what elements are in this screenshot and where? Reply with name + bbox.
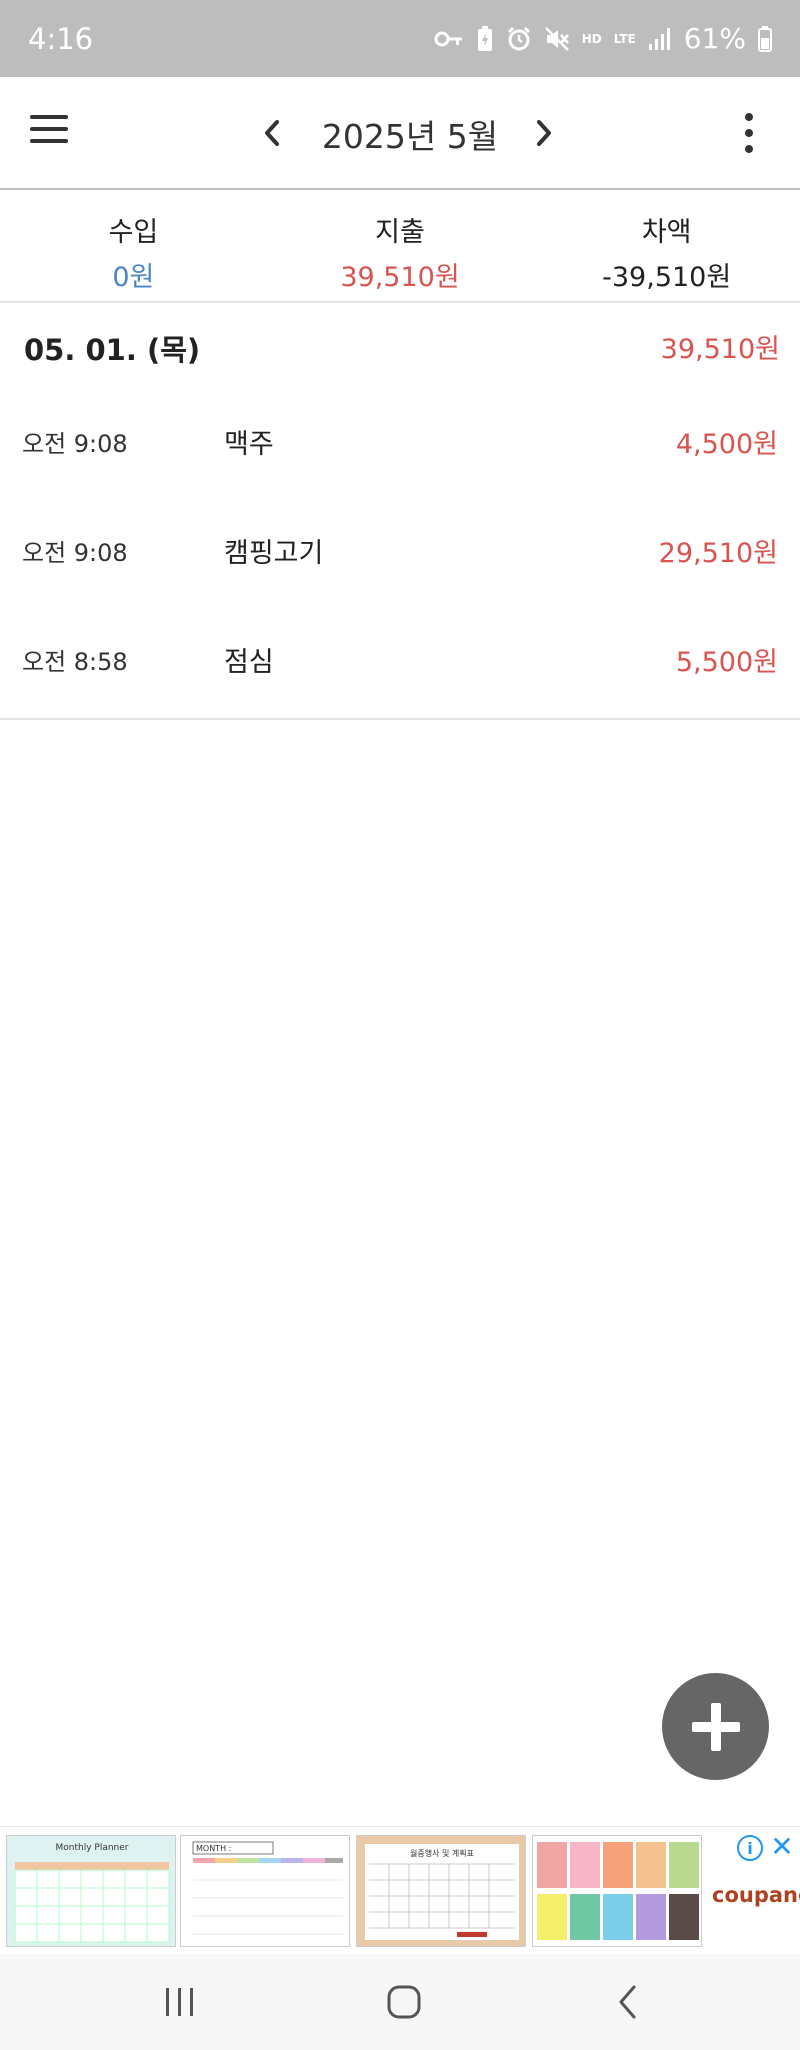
transaction-name: 점심 bbox=[224, 647, 274, 678]
balance-label: 차액 bbox=[641, 217, 692, 248]
expense-label: 지출 bbox=[375, 217, 425, 248]
back-button[interactable] bbox=[596, 1972, 660, 2032]
transaction-row[interactable]: 오전 9:08 맥주 4,500원 bbox=[0, 402, 800, 482]
ad-brand-logo[interactable]: coupang bbox=[712, 1883, 800, 1907]
ad-thumbnail[interactable] bbox=[532, 1835, 702, 1947]
day-date: 05. 01. (목) bbox=[24, 333, 201, 367]
home-icon bbox=[387, 1985, 421, 2019]
lte-indicator: LTE bbox=[613, 31, 636, 46]
transaction-amount: 4,500원 bbox=[675, 429, 778, 460]
battery-percent: 61% bbox=[683, 22, 746, 55]
month-title[interactable]: 2025년 5월 bbox=[300, 110, 520, 158]
day-total: 39,510원 bbox=[660, 334, 780, 365]
hamburger-menu-icon[interactable] bbox=[30, 115, 80, 155]
back-icon bbox=[619, 1985, 636, 2019]
balance-value: -39,510원 bbox=[602, 262, 732, 293]
add-transaction-button[interactable] bbox=[662, 1673, 769, 1780]
balance-summary: 차액 -39,510원 bbox=[533, 190, 800, 301]
expense-summary: 지출 39,510원 bbox=[267, 190, 534, 301]
ad-close-icon[interactable]: ✕ bbox=[768, 1833, 796, 1861]
transaction-time: 오전 9:08 bbox=[22, 430, 128, 458]
app-bar: 2025년 5월 bbox=[0, 77, 800, 190]
battery-icon bbox=[758, 25, 772, 52]
day-header: 05. 01. (목) 39,510원 bbox=[24, 327, 780, 367]
transaction-name: 맥주 bbox=[224, 429, 274, 460]
status-time: 4:16 bbox=[28, 21, 94, 56]
system-navigation-bar bbox=[0, 1954, 800, 2050]
vpn-key-icon bbox=[434, 29, 464, 49]
more-vertical-icon[interactable] bbox=[734, 113, 764, 153]
signal-icon bbox=[648, 27, 672, 50]
expense-value: 39,510원 bbox=[340, 262, 460, 293]
mute-icon bbox=[544, 26, 570, 52]
recent-apps-icon bbox=[166, 1988, 193, 2016]
ad-thumb3-title: 월중행사 및 계획표 bbox=[410, 1848, 474, 1858]
transaction-amount: 29,510원 bbox=[658, 538, 778, 569]
income-label: 수입 bbox=[108, 217, 159, 248]
recent-apps-button[interactable] bbox=[148, 1972, 212, 2032]
transaction-row[interactable]: 오전 8:58 점심 5,500원 bbox=[0, 620, 800, 700]
transaction-amount: 5,500원 bbox=[675, 647, 778, 678]
chevron-left-icon bbox=[265, 120, 279, 146]
alarm-icon bbox=[506, 26, 532, 52]
status-bar: 4:16 HD LTE 61% bbox=[0, 0, 800, 77]
income-value: 0원 bbox=[112, 262, 155, 293]
ad-info-icon[interactable]: i bbox=[737, 1835, 763, 1861]
chevron-right-icon bbox=[537, 120, 551, 146]
status-icons: HD LTE 61% bbox=[434, 22, 772, 55]
home-button[interactable] bbox=[372, 1972, 436, 2032]
ad-thumbnail[interactable]: Monthly Planner bbox=[6, 1835, 176, 1947]
transaction-row[interactable]: 오전 9:08 캠핑고기 29,510원 bbox=[0, 511, 800, 591]
ad-thumbnail[interactable]: 월중행사 및 계획표 bbox=[356, 1835, 526, 1947]
day-group: 05. 01. (목) 39,510원 오전 9:08 맥주 4,500원 오전… bbox=[0, 303, 800, 720]
ad-thumbnail[interactable]: MONTH : bbox=[180, 1835, 350, 1947]
ad-thumb1-title: Monthly Planner bbox=[56, 1843, 129, 1853]
monthly-summary: 수입 0원 지출 39,510원 차액 -39,510원 bbox=[0, 190, 800, 303]
transaction-time: 오전 8:58 bbox=[22, 648, 128, 676]
transaction-time: 오전 9:08 bbox=[22, 539, 128, 567]
ad-banner[interactable]: Monthly Planner MONTH : 월중행사 및 계획표 i ✕ c… bbox=[0, 1826, 800, 1954]
next-month-button[interactable] bbox=[524, 113, 564, 153]
battery-saver-icon bbox=[476, 25, 494, 52]
hd-voice-indicator: HD bbox=[581, 31, 602, 46]
previous-month-button[interactable] bbox=[252, 113, 292, 153]
income-summary: 수입 0원 bbox=[0, 190, 267, 301]
ad-thumb2-title: MONTH : bbox=[196, 1844, 231, 1853]
plus-icon bbox=[691, 1702, 740, 1751]
transaction-name: 캠핑고기 bbox=[224, 538, 324, 569]
